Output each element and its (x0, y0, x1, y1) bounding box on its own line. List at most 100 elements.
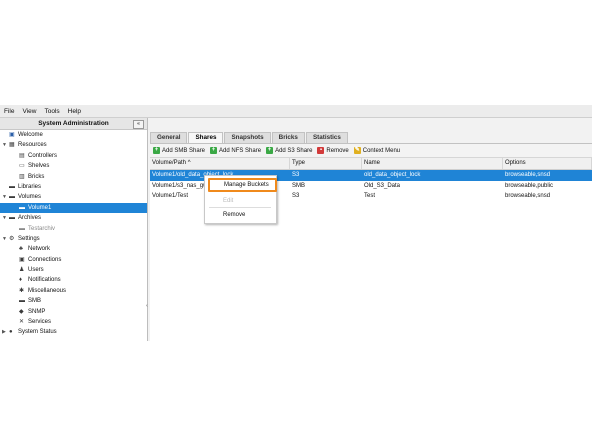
tree-item-controllers[interactable]: ▤ Controllers (0, 151, 147, 161)
expand-toggle-icon[interactable]: ▼ (2, 140, 7, 150)
toolbar-button-label: Add SMB Share (162, 147, 206, 154)
grid-icon: ▦ (9, 142, 15, 149)
info-icon: ● (9, 329, 13, 336)
tab-general[interactable]: General (150, 132, 188, 143)
tab-bricks[interactable]: Bricks (271, 132, 305, 143)
tree-item-smb[interactable]: ▬ SMB (0, 296, 147, 306)
gear-icon: ⚙ (9, 235, 15, 242)
edit-menu-item[interactable]: Edit (205, 196, 276, 206)
toolbar-button-label: Context Menu (362, 147, 401, 154)
connections-icon: ▣ (19, 256, 25, 263)
tree-item-label: Services (28, 319, 52, 326)
expand-toggle-icon[interactable]: ▼ (2, 234, 7, 244)
cell-options: browseable,public (505, 182, 554, 189)
expand-toggle-icon[interactable]: ▼ (2, 192, 7, 202)
add-smb-share-button[interactable]: + Add SMB Share (153, 147, 205, 154)
archive-icon: ▬ (9, 215, 15, 222)
toolbar-button-label: Add NFS Share (219, 147, 262, 154)
tree-item-label: Shelves (28, 163, 50, 170)
tree-item-snmp[interactable]: ◆ SNMP (0, 307, 147, 317)
tree-item-archives[interactable]: ▼ ▬ Archives (0, 213, 147, 223)
plus-icon: + (266, 147, 274, 154)
manage-buckets-menu-item[interactable]: Manage Buckets (208, 178, 277, 192)
tree-item-label: System Status (18, 329, 57, 336)
table-header: Volume/Path ^ Type Name Options (150, 158, 592, 170)
tree-item-welcome[interactable]: ▣ Welcome (0, 130, 147, 140)
expand-toggle-icon[interactable]: ▼ (2, 213, 7, 223)
cell-options: browseable,snsd (505, 193, 551, 199)
tree-item-notifications[interactable]: ♦ Notifications (0, 275, 147, 285)
tree-item-label: Resources (18, 142, 47, 149)
navigation-tree: ▣ Welcome ▼ ▦ Resources ▤ Controllers ▭ Shelves ▥… (0, 130, 147, 338)
network-icon: ♣ (19, 246, 23, 253)
tree-item-bricks[interactable]: ▥ Bricks (0, 172, 147, 182)
trash-icon: ▪ (317, 147, 325, 154)
plus-icon: + (210, 147, 218, 154)
cell-type: S3 (292, 172, 300, 178)
collapse-button[interactable]: « (133, 120, 144, 129)
application-window: File View Tools Help System Administrati… (0, 105, 592, 342)
shares-toolbar: + Add SMB Share + Add NFS Share + Add S3 Shar… (150, 144, 592, 158)
snmp-icon: ◆ (19, 308, 24, 315)
tree-item-libraries[interactable]: ▬ Libraries (0, 182, 147, 192)
column-header-type[interactable]: Type (290, 158, 362, 169)
bell-icon: ♦ (19, 277, 23, 284)
panel-title: System Administration « (0, 118, 147, 130)
library-icon: ▬ (9, 183, 15, 190)
menu-file[interactable]: File (0, 108, 18, 115)
toolbar-button-label: Remove (326, 147, 349, 154)
menu-divider (209, 207, 271, 208)
tree-item-label: SNMP (28, 308, 46, 315)
tree-item-volumes[interactable]: ▼ ▬ Volumes (0, 192, 147, 202)
context-menu: Manage Buckets Edit Remove (204, 175, 277, 224)
panel-title-text: System Administration (38, 120, 109, 127)
context-menu-button[interactable]: ✎ Context Menu (353, 147, 401, 154)
tree-item-users[interactable]: ♟ Users (0, 265, 147, 275)
tree-item-system-status[interactable]: ▶ ● System Status (0, 327, 147, 337)
smb-icon: ▬ (19, 298, 25, 305)
menu-help[interactable]: Help (64, 108, 85, 115)
tree-item-label: Bricks (28, 173, 45, 180)
tree-item-resources[interactable]: ▼ ▦ Resources (0, 140, 147, 150)
tree-item-network[interactable]: ♣ Network (0, 244, 147, 254)
column-header-path[interactable]: Volume/Path ^ (150, 158, 290, 169)
archive-icon: ▬ (19, 225, 25, 232)
tree-item-miscellaneous[interactable]: ✱ Miscellaneous (0, 286, 147, 296)
expand-toggle-icon[interactable]: ▶ (2, 327, 7, 337)
add-nfs-share-button[interactable]: + Add NFS Share (210, 147, 261, 154)
tree-item-shelves[interactable]: ▭ Shelves (0, 161, 147, 171)
cell-options: browseable,snsd (505, 172, 551, 178)
tree-item-testarchiv[interactable]: ▬ Testarchiv (0, 224, 147, 234)
user-icon: ♟ (19, 267, 25, 274)
cell-type: S3 (292, 193, 300, 199)
menu-view[interactable]: View (18, 108, 40, 115)
brick-icon: ▥ (19, 173, 25, 180)
shares-tab-content: + Add SMB Share + Add NFS Share + Add S3 Shar… (150, 143, 592, 342)
toolbar-button-label: Add S3 Share (275, 147, 313, 154)
menu-tools[interactable]: Tools (40, 108, 63, 115)
remove-button[interactable]: ▪ Remove (317, 147, 349, 154)
cell-name: Test (364, 193, 376, 199)
remove-menu-item[interactable]: Remove (205, 210, 276, 220)
tab-shares[interactable]: Shares (188, 132, 224, 143)
tab-snapshots[interactable]: Snapshots (224, 132, 271, 143)
tree-item-volume1[interactable]: ▬ Volume1 (0, 202, 147, 214)
tree-item-settings[interactable]: ▼ ⚙ Settings (0, 234, 147, 244)
volume-icon: ▬ (9, 194, 15, 201)
shelf-icon: ▭ (19, 163, 25, 170)
tree-item-label: Network (28, 246, 51, 253)
tree-item-label: Connections (28, 256, 62, 263)
tree-item-label: Volume1 (28, 204, 52, 211)
cell-type: SMB (292, 182, 306, 189)
add-s3-share-button[interactable]: + Add S3 Share (266, 147, 312, 154)
menu-bar: File View Tools Help (0, 105, 592, 118)
tree-item-label: Welcome (18, 132, 43, 138)
column-header-name[interactable]: Name (362, 158, 503, 169)
column-header-options[interactable]: Options (503, 158, 592, 169)
tab-statistics[interactable]: Statistics (305, 132, 348, 143)
tree-item-services[interactable]: ✕ Services (0, 317, 147, 327)
tree-item-label: SMB (28, 298, 42, 305)
navigation-panel: System Administration « ▣ Welcome ▼ ▦ Resour… (0, 118, 148, 341)
plus-icon: + (153, 147, 160, 154)
tree-item-connections[interactable]: ▣ Connections (0, 255, 147, 265)
